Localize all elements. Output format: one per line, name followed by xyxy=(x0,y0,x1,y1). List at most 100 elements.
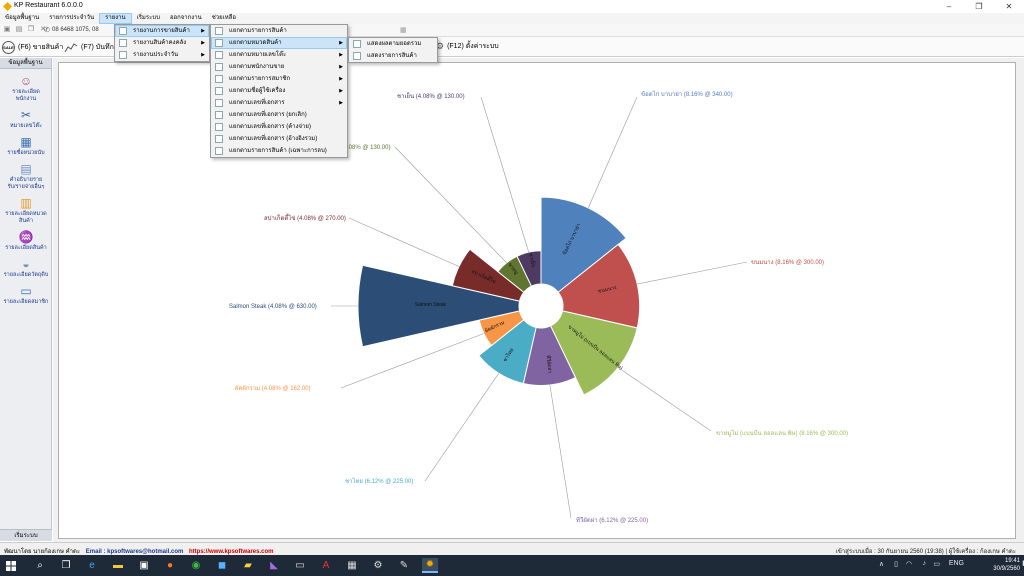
leader-line xyxy=(637,261,748,285)
category-menu-item[interactable]: แสดงรายการสินค้า xyxy=(349,50,437,62)
leader-line xyxy=(348,217,460,267)
menu-item-icon xyxy=(215,123,223,131)
sidebar-item[interactable]: ▤ คำอธิบายราย รับ/รายจ่ายอื่นๆ xyxy=(0,157,52,191)
report-menu-item-label: รายงานการขายสินค้า xyxy=(133,28,190,34)
chat-icon[interactable]: ▭ xyxy=(933,560,940,568)
sidebar-item[interactable]: ▭ รายละเอียดสมาชิก xyxy=(0,279,52,306)
slice-outer-label: ทีวีผัดผ่า (6.12% @ 225.00) xyxy=(576,516,648,524)
report-menu-item[interactable]: รายงานสินค้าคงคลัง ▶ xyxy=(115,37,209,49)
record-button[interactable]: (F7) บันทึก xyxy=(64,41,114,53)
sidebar-item[interactable]: ▥ รายละเอียดหมวด สินค้า xyxy=(0,191,52,225)
sales-menu-item[interactable]: แยกตามเลขที่เอกสาร (ค้างจ่าย) xyxy=(211,121,347,133)
sidebar-item[interactable]: ✂ หมายเลขโต๊ะ xyxy=(0,103,52,130)
sales-menu-item[interactable]: แยกตามรายการสมาชิก ▶ xyxy=(211,73,347,85)
sales-pie-chart: ข้อดไก่ บาบาย่าข้อดไก่ บาบาย่า (8.16% @ … xyxy=(229,90,848,524)
chrome-icon[interactable]: ◉ xyxy=(188,558,204,573)
sidebar-item-label: รายละเอียดสมาชิก xyxy=(3,299,49,305)
close-button[interactable]: ✕ xyxy=(994,0,1024,13)
report-menu-item[interactable]: รายงานการขายสินค้า ▶ xyxy=(115,25,209,37)
menu-basic-data[interactable]: ข้อมูลพื้นฐาน xyxy=(0,13,44,24)
menu-item-icon xyxy=(119,51,127,59)
task-view-icon[interactable]: ❐ xyxy=(58,558,74,573)
sales-menu-item[interactable]: แยกตามเลขที่เอกสาร ▶ xyxy=(211,97,347,109)
calculator-icon[interactable]: ▦ xyxy=(344,558,360,573)
kp-restaurant-taskbar-icon[interactable]: ✹ xyxy=(422,558,438,573)
paint-icon[interactable]: ✎ xyxy=(396,558,412,573)
record-button-label: (F7) บันทึก xyxy=(81,43,114,51)
network-icon[interactable]: ▯ xyxy=(894,560,898,568)
chart-icon xyxy=(64,43,78,53)
settings-button[interactable]: ⚙ (F12) ตั้งค่าระบบ xyxy=(436,41,499,52)
sales-menu-item[interactable]: แยกตามรายการสินค้า (เฉพาะการลบ) xyxy=(211,145,347,157)
windows-start-button[interactable] xyxy=(0,555,22,576)
sales-menu-item[interactable]: แยกตามเลขที่เอกสาร (ยกเลิก) xyxy=(211,109,347,121)
sidebar-item[interactable]: ☺ รายละเอียด พนักงาน xyxy=(0,69,52,103)
store-icon[interactable]: ▣ xyxy=(136,558,152,573)
utensils-icon: ✂ xyxy=(20,108,32,122)
copy-icon[interactable]: ❐ xyxy=(27,26,35,34)
line-icon[interactable]: ◼ xyxy=(214,558,230,573)
document-icon[interactable]: ▦ xyxy=(400,26,407,34)
sales-menu-item[interactable]: แยกตามเลขที่เอกสาร (อ้างอิงรวม) xyxy=(211,133,347,145)
clock[interactable]: 19:41 30/9/2560 xyxy=(993,557,1020,573)
firefox-icon[interactable]: ● xyxy=(162,558,178,573)
access-icon[interactable]: A xyxy=(318,558,334,573)
tray-chevron-icon[interactable]: ∧ xyxy=(879,560,884,568)
report-menu-item[interactable]: รายงานประจำวัน ▶ xyxy=(115,49,209,61)
sales-menu-item[interactable]: แยกตามชื่อผู้ใช้เครื่อง ▶ xyxy=(211,85,347,97)
menu-daily[interactable]: รายการประจำวัน xyxy=(44,13,99,24)
menu-start[interactable]: เริ่มระบบ xyxy=(132,13,165,24)
save-icon[interactable]: ▣ xyxy=(3,26,11,34)
print-icon[interactable]: ▤ xyxy=(15,26,23,34)
sales-menu-item-label: แยกตามเลขที่เอกสาร (ยกเลิก) xyxy=(229,112,307,118)
sidebar-item[interactable]: ▦ รายชื่อหน่วยนับ xyxy=(0,130,52,157)
sell-button[interactable]: SALE (F6) ขายสินค้า xyxy=(2,41,63,54)
menu-item-icon xyxy=(215,87,223,95)
language-indicator[interactable]: ENG xyxy=(949,560,964,567)
taskbar: ⌕ ❐ e ▬ ▣ ● ◉ ◼ ▰ ◣ ▭ A ▦ ⚙ ✎ ✹ ∧ ▯ ◠ ♪ … xyxy=(0,555,1024,576)
notes-icon[interactable]: ▰ xyxy=(240,558,256,573)
bowl-icon: ◒ xyxy=(22,257,30,271)
leader-line xyxy=(480,96,529,253)
wine-icon: ♒ xyxy=(18,230,34,244)
edge-icon[interactable]: e xyxy=(84,558,100,573)
submenu-arrow-icon: ▶ xyxy=(339,100,343,106)
sidebar-item-label: รายละเอียด พนักงาน xyxy=(12,89,40,102)
clock-time: 19:41 xyxy=(1004,558,1020,564)
sidebar-item[interactable]: ◒ รายละเอียดวัตถุดิบ xyxy=(0,252,52,279)
window-title: KP Restaurant 6.0.0.0 xyxy=(14,2,83,9)
minimize-button[interactable]: – xyxy=(934,0,964,13)
sales-menu-item[interactable]: แยกตามหมายเลขโต๊ะ ▶ xyxy=(211,49,347,61)
gear-icon[interactable]: ⚙ xyxy=(370,558,386,573)
report-menu-item-label: รายงานสินค้าคงคลัง xyxy=(133,40,187,46)
sales-menu-item[interactable]: แยกตามพนักงานขาย ▶ xyxy=(211,61,347,73)
leader-line xyxy=(549,384,572,519)
sales-menu-item[interactable]: แยกตามหมวดสินค้า ▶ xyxy=(211,37,347,49)
wifi-icon[interactable]: ◠ xyxy=(906,560,912,568)
category-menu-item[interactable]: แสดงผลตามยอดรวม xyxy=(349,38,437,50)
slice-outer-label: ชาไทย (6.12% @ 225.00) xyxy=(345,477,413,485)
sidebar-footer[interactable]: เริ่มระบบ xyxy=(0,529,52,541)
windows-logo-icon xyxy=(6,560,16,571)
visual-studio-icon[interactable]: ◣ xyxy=(266,558,282,573)
category-menu-item-label: แสดงรายการสินค้า xyxy=(367,53,417,59)
sales-menu-item-label: แยกตามชื่อผู้ใช้เครื่อง xyxy=(229,88,286,94)
search-icon[interactable]: ⌕ xyxy=(32,558,48,573)
menu-item-icon xyxy=(215,27,223,35)
menu-item-icon xyxy=(119,39,127,47)
menu-item-icon xyxy=(353,52,361,60)
sidebar-item[interactable]: ♒ รายละเอียดสินค้า xyxy=(0,225,52,252)
maximize-button[interactable]: ❐ xyxy=(964,0,994,13)
leader-line xyxy=(424,373,499,482)
menu-exit[interactable]: ออกจากงาน xyxy=(165,13,207,24)
slice-outer-label: ผัดผักรวม (4.08% @ 162.00) xyxy=(235,385,311,392)
submenu-arrow-icon: ▶ xyxy=(339,88,343,94)
menu-report[interactable]: รายงาน xyxy=(99,13,132,24)
photos-icon[interactable]: ▭ xyxy=(292,558,308,573)
explorer-icon[interactable]: ▬ xyxy=(110,558,126,573)
menu-item-icon xyxy=(215,75,223,83)
sales-menu-item[interactable]: แยกตามรายการสินค้า xyxy=(211,25,347,37)
menu-help[interactable]: ช่วยเหลือ xyxy=(207,13,241,24)
volume-icon[interactable]: ♪ xyxy=(923,560,927,567)
sales-menu-item-label: แยกตามรายการสมาชิก xyxy=(229,76,291,82)
